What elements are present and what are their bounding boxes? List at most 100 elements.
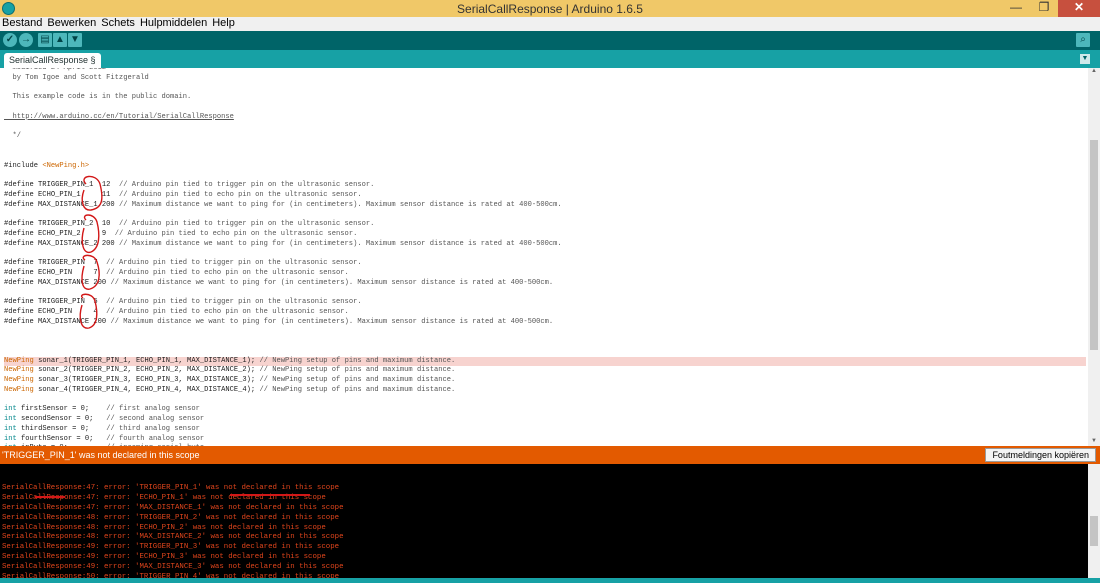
console-error-line: SerialCallResponse:48: error: 'ECHO_PIN_… [2, 523, 326, 532]
menu-help[interactable]: Help [210, 17, 238, 31]
code-token: fourthSensor = 0; [16, 434, 107, 443]
menu-schets[interactable]: Schets [99, 17, 138, 31]
code-line[interactable]: */ [4, 132, 1086, 142]
code-token: // NewPing setup of pins and maximum dis… [259, 385, 456, 394]
code-token: thirdSensor = 0; [16, 424, 107, 433]
open-icon[interactable]: ▲ [53, 33, 67, 47]
code-token: #define TRIGGER_PIN 7 [4, 259, 107, 267]
code-line[interactable]: #define MAX_DISTANCE_1 200 // Maximum di… [4, 201, 1086, 211]
code-token: // Maximum distance we want to ping for … [110, 317, 554, 326]
code-token: int [4, 415, 17, 423]
new-icon[interactable]: ▤ [38, 33, 52, 47]
code-line[interactable]: NewPing sonar_1(TRIGGER_PIN_1, ECHO_PIN_… [4, 356, 1086, 367]
editor-scroll-thumb[interactable] [1090, 140, 1098, 350]
console-scroll-thumb[interactable] [1090, 516, 1098, 546]
code-line[interactable] [4, 171, 1086, 181]
code-line[interactable]: http://www.arduino.cc/en/Tutorial/Serial… [4, 113, 1086, 123]
upload-icon[interactable]: → [19, 33, 33, 47]
code-line[interactable] [4, 123, 1086, 133]
menu-bewerken[interactable]: Bewerken [45, 17, 99, 31]
code-token: // Arduino pin tied to echo pin on the u… [106, 268, 349, 277]
code-line[interactable]: NewPing sonar_2(TRIGGER_PIN_2, ECHO_PIN_… [4, 366, 1086, 376]
menu-bestand[interactable]: Bestand [0, 17, 45, 31]
code-line[interactable]: #define TRIGGER_PIN_2 10 // Arduino pin … [4, 220, 1086, 230]
code-token: // Arduino pin tied to echo pin on the u… [114, 229, 358, 238]
code-line[interactable] [4, 249, 1086, 259]
minimize-button[interactable]: — [1002, 0, 1030, 17]
code-token: #define TRIGGER_PIN_1 12 [4, 181, 119, 189]
code-token: sonar_1(TRIGGER_PIN_1, ECHO_PIN_1, MAX_D… [33, 356, 260, 365]
copy-error-messages-button[interactable]: Foutmeldingen kopiëren [985, 448, 1096, 462]
code-token: #define MAX_DISTANCE_1 200 [4, 200, 119, 209]
code-line[interactable] [4, 152, 1086, 162]
code-token: sonar_4(TRIGGER_PIN_4, ECHO_PIN_4, MAX_D… [33, 385, 260, 394]
console-output[interactable]: SerialCallResponse:47: error: 'TRIGGER_P… [0, 464, 1100, 578]
code-line[interactable]: #define MAX_DISTANCE 200 // Maximum dist… [4, 279, 1086, 289]
code-line[interactable] [4, 103, 1086, 113]
code-line[interactable]: int thirdSensor = 0; // third analog sen… [4, 425, 1086, 435]
code-line[interactable]: #define ECHO_PIN 7 // Arduino pin tied t… [4, 269, 1086, 279]
code-token: This example code is in the public domai… [4, 93, 192, 102]
code-line[interactable]: #define TRIGGER_PIN 5 // Arduino pin tie… [4, 298, 1086, 308]
code-line[interactable]: by Tom Igoe and Scott Fitzgerald [4, 74, 1086, 84]
close-button[interactable]: ✕ [1058, 0, 1100, 17]
code-token: sonar_2(TRIGGER_PIN_2, ECHO_PIN_2, MAX_D… [33, 366, 260, 375]
code-line[interactable]: int firstSensor = 0; // first analog sen… [4, 405, 1086, 415]
code-line[interactable]: #include <NewPing.h> [4, 162, 1086, 172]
code-token: NewPing [4, 376, 34, 384]
code-line[interactable] [4, 396, 1086, 406]
code-line[interactable]: NewPing sonar_4(TRIGGER_PIN_4, ECHO_PIN_… [4, 386, 1086, 396]
toolbar: ✓ → ▤ ▲ ▼ ⌕ [0, 31, 1100, 50]
code-token: // first analog sensor [106, 405, 200, 414]
editor-scrollbar[interactable]: ▲ ▼ [1088, 68, 1100, 446]
console-error-line: SerialCallResponse:48: error: 'TRIGGER_P… [2, 513, 340, 522]
console-scrollbar[interactable] [1088, 464, 1100, 578]
code-line[interactable] [4, 84, 1086, 94]
console-error-line: SerialCallResponse:49: error: 'ECHO_PIN_… [2, 553, 326, 562]
code-line[interactable]: #define TRIGGER_PIN 7 // Arduino pin tie… [4, 259, 1086, 269]
console-error-line: SerialCallResponse:47: error: 'MAX_DISTA… [2, 503, 344, 512]
code-line[interactable] [4, 337, 1086, 347]
code-token: // Arduino pin tied to echo pin on the u… [118, 190, 362, 199]
code-line[interactable]: #define MAX_DISTANCE 200 // Maximum dist… [4, 318, 1086, 328]
code-token: */ [4, 132, 22, 141]
maximize-button[interactable]: ❐ [1030, 0, 1058, 17]
code-token: NewPing [4, 385, 34, 394]
code-line[interactable] [4, 327, 1086, 337]
code-token: #define ECHO_PIN_2 9 [4, 229, 115, 238]
tab-row: SerialCallResponse § ▼ [0, 50, 1100, 68]
code-line[interactable]: int secondSensor = 0; // second analog s… [4, 415, 1086, 425]
code-line[interactable]: NewPing sonar_3(TRIGGER_PIN_3, ECHO_PIN_… [4, 376, 1086, 386]
code-token: firstSensor = 0; [16, 405, 107, 414]
code-line[interactable]: #define ECHO_PIN 4 // Arduino pin tied t… [4, 308, 1086, 318]
code-token: #define ECHO_PIN 7 [4, 268, 107, 277]
code-token: int [4, 405, 17, 414]
tab-serialcallresponse[interactable]: SerialCallResponse § [4, 53, 101, 68]
code-line[interactable] [4, 347, 1086, 357]
code-line[interactable]: #define ECHO_PIN_1 11 // Arduino pin tie… [4, 191, 1086, 201]
code-editor[interactable]: modified 24 April 2012 by Tom Igoe and S… [0, 68, 1100, 446]
code-line[interactable] [4, 288, 1086, 298]
code-token: // NewPing setup of pins and maximum dis… [259, 366, 456, 375]
serial-monitor-icon[interactable]: ⌕ [1076, 33, 1090, 47]
code-token: // Maximum distance we want to ping for … [118, 239, 562, 248]
scroll-down-arrow-icon[interactable]: ▼ [1088, 438, 1100, 446]
scroll-up-arrow-icon[interactable]: ▲ [1088, 68, 1100, 76]
code-line[interactable]: #define MAX_DISTANCE_2 200 // Maximum di… [4, 240, 1086, 250]
code-token: #define ECHO_PIN_1 11 [4, 190, 119, 199]
code-line[interactable] [4, 210, 1086, 220]
code-token: // NewPing setup of pins and maximum dis… [259, 376, 456, 384]
code-line[interactable] [4, 142, 1086, 152]
code-token: NewPing [4, 366, 34, 375]
code-text[interactable]: modified 24 April 2012 by Tom Igoe and S… [4, 68, 1086, 446]
code-line[interactable]: This example code is in the public domai… [4, 93, 1086, 103]
code-token: <NewPing.h> [42, 161, 90, 170]
tab-menu-chevron-icon[interactable]: ▼ [1080, 54, 1090, 64]
code-line[interactable]: int fourthSensor = 0; // fourth analog s… [4, 435, 1086, 445]
code-token: // second analog sensor [106, 415, 205, 423]
code-line[interactable]: #define ECHO_PIN_2 9 // Arduino pin tied… [4, 230, 1086, 240]
verify-icon[interactable]: ✓ [3, 33, 17, 47]
code-line[interactable]: #define TRIGGER_PIN_1 12 // Arduino pin … [4, 181, 1086, 191]
save-icon[interactable]: ▼ [68, 33, 82, 47]
menu-hulpmiddelen[interactable]: Hulpmiddelen [138, 17, 210, 31]
